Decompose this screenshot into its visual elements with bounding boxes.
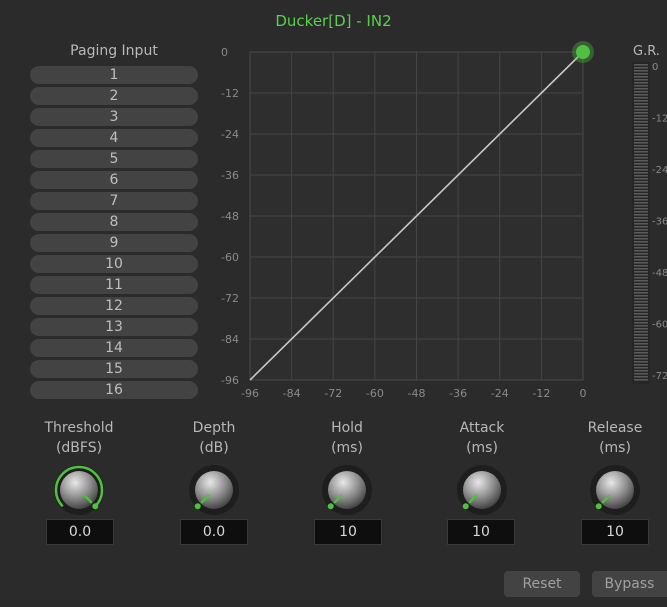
x-tick-label: -84 — [283, 387, 301, 400]
y-tick-label: 0 — [221, 46, 228, 59]
paging-input-2[interactable]: 2 — [30, 87, 198, 105]
y-tick-label: -72 — [221, 292, 239, 305]
x-tick-label: -36 — [449, 387, 467, 400]
depth-label: Depth (dB) — [192, 420, 236, 456]
y-tick-label: -96 — [221, 374, 239, 387]
depth-knob[interactable] — [186, 462, 242, 518]
gr-tick-label: -24 — [652, 165, 667, 176]
threshold-knob[interactable] — [51, 462, 107, 518]
release-label: Release (ms) — [587, 420, 643, 456]
release-value-field[interactable]: 10 — [581, 519, 649, 545]
x-tick-label: 0 — [580, 387, 587, 400]
paging-input-16[interactable]: 16 — [30, 381, 198, 399]
paging-input-11[interactable]: 11 — [30, 276, 198, 294]
paging-input-9[interactable]: 9 — [30, 234, 198, 252]
knob-dot — [327, 503, 334, 510]
knob-body — [60, 471, 98, 509]
y-tick-label: -24 — [221, 128, 239, 141]
threshold-label: Threshold (dBFS) — [44, 420, 114, 456]
paging-input-8[interactable]: 8 — [30, 213, 198, 231]
x-tick-label: -60 — [366, 387, 384, 400]
gr-tick-label: -48 — [652, 268, 667, 279]
paging-input-header: Paging Input — [70, 43, 158, 59]
threshold-value-field[interactable]: 0.0 — [46, 519, 114, 545]
x-tick-label: -48 — [408, 387, 426, 400]
gr-tick-label: -60 — [652, 320, 667, 331]
y-tick-label: -36 — [221, 169, 239, 182]
depth-value-field[interactable]: 0.0 — [180, 519, 248, 545]
hold-value-field[interactable]: 10 — [314, 519, 382, 545]
transfer-curve-graph[interactable]: 0 -12 -24 -36 -48 -60 -72 -84 -96 -96 -84 -72 -60 -4… — [215, 40, 595, 410]
knob-body — [195, 471, 233, 509]
paging-input-12[interactable]: 12 — [30, 297, 198, 315]
knob-dot — [194, 503, 201, 510]
knob-body — [463, 471, 501, 509]
gr-tick-label: -12 — [652, 114, 667, 125]
y-tick-label: -60 — [221, 251, 239, 264]
gr-tick-label: -36 — [652, 217, 667, 228]
gr-tick-label: -72 — [652, 371, 667, 382]
panel-title: Ducker[D] - IN2 — [275, 12, 392, 30]
threshold-handle[interactable] — [576, 45, 590, 59]
paging-input-1[interactable]: 1 — [30, 66, 198, 84]
x-tick-label: -96 — [241, 387, 259, 400]
gr-tick-label: 0 — [652, 62, 658, 73]
attack-label: Attack (ms) — [459, 420, 505, 456]
paging-input-10[interactable]: 10 — [30, 255, 198, 273]
knob-body — [328, 471, 366, 509]
reset-button[interactable]: Reset — [504, 571, 580, 597]
gain-reduction-meter: 0 -12 -24 -36 -48 -60 -72 — [632, 62, 667, 384]
hold-knob[interactable] — [319, 462, 375, 518]
y-tick-label: -84 — [221, 333, 239, 346]
paging-input-14[interactable]: 14 — [30, 339, 198, 357]
knob-dot — [92, 503, 99, 510]
attack-knob[interactable] — [454, 462, 510, 518]
y-tick-label: -12 — [221, 87, 239, 100]
x-tick-label: -72 — [324, 387, 342, 400]
knob-body — [596, 471, 634, 509]
paging-input-13[interactable]: 13 — [30, 318, 198, 336]
attack-value-field[interactable]: 10 — [447, 519, 515, 545]
y-tick-label: -48 — [221, 210, 239, 223]
release-knob[interactable] — [587, 462, 643, 518]
hold-label: Hold (ms) — [331, 420, 363, 456]
x-tick-label: -24 — [491, 387, 509, 400]
knob-dot — [462, 503, 469, 510]
paging-input-3[interactable]: 3 — [30, 108, 198, 126]
paging-input-7[interactable]: 7 — [30, 192, 198, 210]
x-tick-label: -12 — [532, 387, 550, 400]
bypass-button[interactable]: Bypass — [592, 571, 667, 597]
paging-input-15[interactable]: 15 — [30, 360, 198, 378]
gr-meter-label: G.R. — [633, 44, 660, 59]
paging-input-4[interactable]: 4 — [30, 129, 198, 147]
paging-input-6[interactable]: 6 — [30, 171, 198, 189]
knob-dot — [595, 503, 602, 510]
paging-input-5[interactable]: 5 — [30, 150, 198, 168]
